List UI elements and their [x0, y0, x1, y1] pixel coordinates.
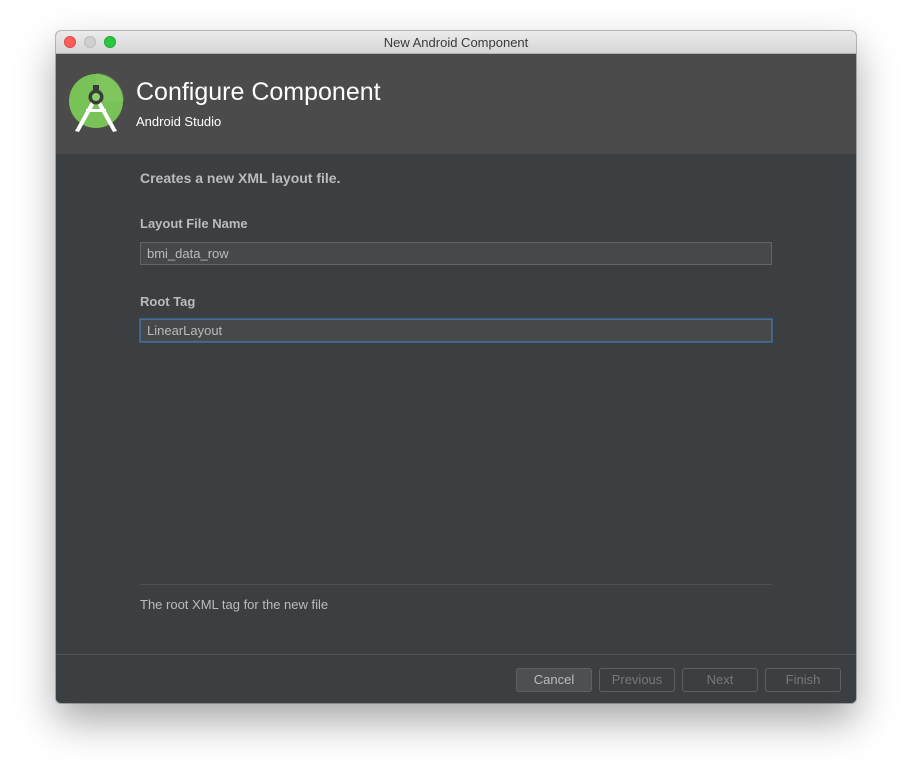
form-description: Creates a new XML layout file. [140, 170, 341, 186]
page-subtitle: Android Studio [136, 114, 222, 129]
title-bar: New Android Component [56, 31, 856, 54]
layout-file-name-input[interactable] [140, 242, 772, 265]
previous-button[interactable]: Previous [599, 668, 675, 692]
dialog-window: New Android Component Configure Componen… [56, 31, 856, 703]
wizard-header: Configure Component Android Studio [56, 54, 856, 154]
hint-divider [140, 584, 772, 585]
window-title: New Android Component [383, 35, 529, 50]
finish-button[interactable]: Finish [765, 668, 841, 692]
button-bar: Cancel Previous Next Finish [56, 654, 856, 703]
field-hint: The root XML tag for the new file [140, 597, 329, 612]
next-button[interactable]: Next [682, 668, 758, 692]
page-title: Configure Component [136, 78, 381, 106]
form-content: Creates a new XML layout file. Layout Fi… [56, 154, 856, 654]
root-tag-input[interactable] [140, 319, 772, 342]
layout-file-name-label: Layout File Name [140, 216, 248, 231]
android-studio-logo-icon [68, 73, 124, 133]
cancel-button[interactable]: Cancel [516, 668, 592, 692]
root-tag-label: Root Tag [140, 294, 196, 309]
